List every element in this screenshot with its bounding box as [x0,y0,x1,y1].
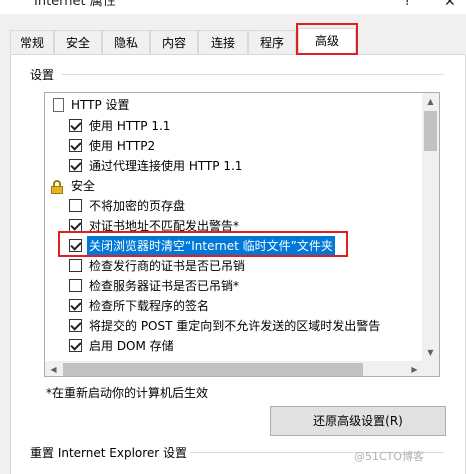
category-label: 安全 [71,179,96,193]
option-label: 不将加密的页存盘 [89,199,186,213]
watermark: @51CTO博客 [354,450,425,463]
checkbox[interactable] [69,119,82,132]
vertical-scroll-thumb[interactable] [424,111,437,151]
list-item[interactable]: 启用 DOM 存储 [45,336,423,356]
option-label: 通过代理连接使用 HTTP 1.1 [89,159,243,173]
settings-group-divider [62,74,444,75]
option-label: 检查所下载程序的签名 [89,299,210,313]
tab-connections[interactable]: 连接 [198,30,248,54]
row-highlight-box [58,231,348,257]
tab-security[interactable]: 安全 [54,30,102,54]
option-label: 将提交的 POST 重定向到不允许发送的区域时发出警告 [89,319,381,333]
list-item: HTTP 设置 [45,95,423,115]
list-item[interactable]: 检查所下载程序的签名 [45,296,423,316]
vertical-scrollbar[interactable]: ▲ ▼ [422,93,439,361]
option-label: 检查服务器证书是否已吊销* [89,279,240,293]
title-bar: Internet 属性 ? ✕ [0,0,466,14]
list-item[interactable]: 检查发行商的证书是否已吊销 [45,256,423,276]
close-button[interactable]: ✕ [444,0,456,10]
category-label: HTTP 设置 [71,98,130,112]
window-title: Internet 属性 [34,0,116,9]
list-item[interactable]: 不将加密的页存盘 [45,196,423,216]
reset-group-label: 重置 Internet Explorer 设置 [30,446,188,460]
scroll-right-icon[interactable]: ▶ [406,361,423,376]
lock-icon [51,180,63,194]
tab-privacy[interactable]: 隐私 [102,30,150,54]
list-item[interactable]: 检查服务器证书是否已吊销* [45,276,423,296]
list-item: 安全 [45,176,423,196]
horizontal-scroll-thumb[interactable] [63,363,363,376]
restore-advanced-settings-button[interactable]: 还原高级设置(R) [270,406,446,436]
horizontal-scrollbar[interactable]: ◀ ▶ [45,361,423,376]
checkbox[interactable] [69,279,82,292]
list-item[interactable]: 通过代理连接使用 HTTP 1.1 [45,156,423,176]
page-icon [53,98,64,112]
checkbox[interactable] [69,339,82,352]
settings-group-label: 设置 [30,68,55,82]
list-item[interactable]: 将提交的 POST 重定向到不允许发送的区域时发出警告 [45,316,423,336]
scroll-left-icon[interactable]: ◀ [45,361,62,376]
scroll-up-icon[interactable]: ▲ [422,93,439,110]
checkbox[interactable] [69,259,82,272]
checkbox[interactable] [69,319,82,332]
option-label: 使用 HTTP2 [89,139,156,153]
restart-footnote: *在重新启动你的计算机后生效 [46,386,209,400]
tab-content[interactable]: 内容 [150,30,198,54]
list-item[interactable]: 使用 HTTP2 [45,136,423,156]
checkbox[interactable] [69,199,82,212]
help-button[interactable]: ? [404,0,411,10]
option-label: 使用 HTTP 1.1 [89,119,171,133]
option-label: 检查发行商的证书是否已吊销 [89,259,246,273]
tab-strip: 常规 安全 隐私 内容 连接 程序 高级 [10,28,460,55]
option-label: 启用 DOM 存储 [89,339,174,353]
tab-programs[interactable]: 程序 [248,30,296,54]
tab-highlight-box [296,23,358,55]
checkbox[interactable] [69,159,82,172]
checkbox[interactable] [69,299,82,312]
list-item[interactable]: 使用 HTTP 1.1 [45,116,423,136]
checkbox[interactable] [69,139,82,152]
scroll-corner [422,359,439,376]
tab-general[interactable]: 常规 [10,30,54,54]
